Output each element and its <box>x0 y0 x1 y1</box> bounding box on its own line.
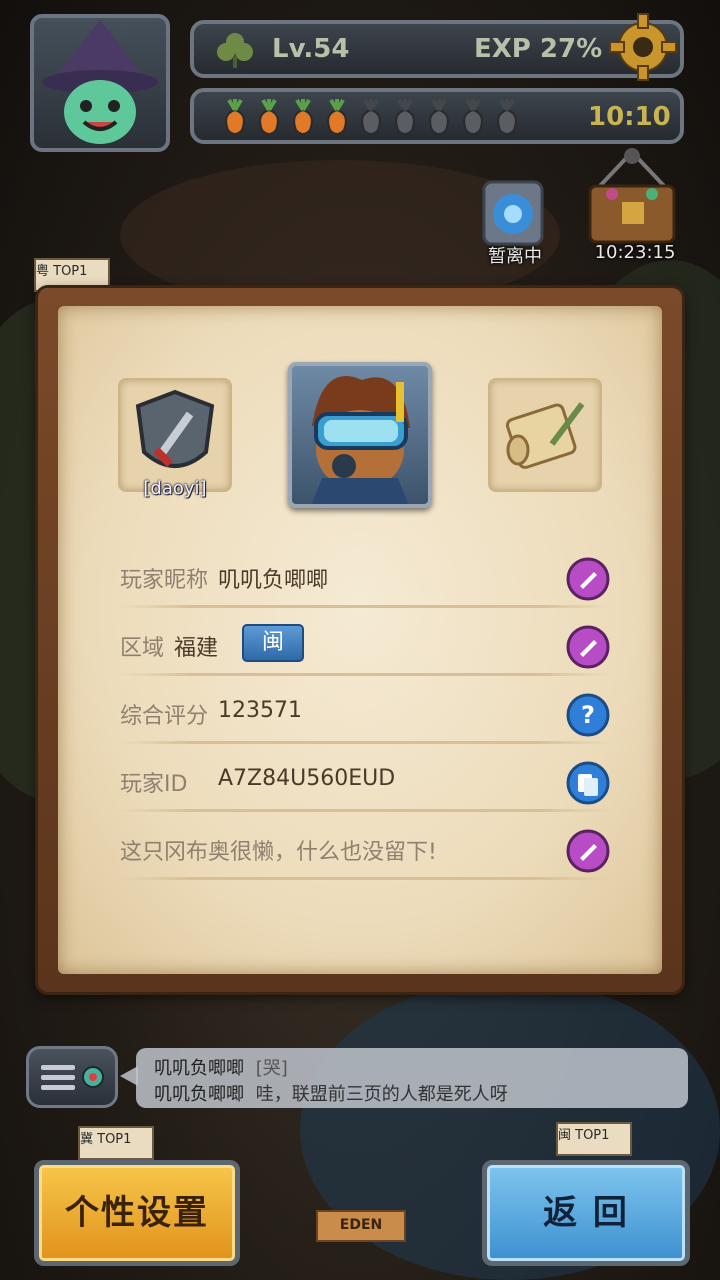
eden-sign[interactable]: EDEN <box>316 1210 406 1242</box>
map-tag-guangdong[interactable]: 粤 TOP1 <box>34 258 110 292</box>
settings-gear-icon[interactable] <box>608 12 678 82</box>
profile-row: 区域 福建闽 <box>118 618 612 676</box>
help-question-icon[interactable]: ? <box>564 692 612 738</box>
clover-icon <box>217 33 253 68</box>
exp-text: EXP 27% <box>474 34 603 64</box>
profile-row-label: 玩家ID <box>120 772 188 797</box>
map-tag-label: 冀 TOP1 <box>80 1132 132 1147</box>
profile-row-label: 玩家昵称 <box>120 568 209 593</box>
profile-row-label: 综合评分 <box>120 704 209 729</box>
chat-toggle-button[interactable] <box>26 1046 118 1108</box>
witch-avatar-icon <box>42 20 158 144</box>
profile-row-label: 区域 <box>120 636 165 661</box>
treasure-chest-icon[interactable] <box>578 148 686 248</box>
away-status: 暂离中 <box>488 246 542 267</box>
carrot-empty-icon <box>361 98 381 135</box>
guild-shield-icon <box>135 389 215 468</box>
diver-character-icon <box>312 376 410 504</box>
edit-pencil-icon[interactable] <box>564 828 612 874</box>
chat-menu-icon <box>41 1065 104 1090</box>
map-tag-label: 粤 TOP1 <box>36 264 88 279</box>
region-badge: 闽 <box>242 624 304 662</box>
chest-timer: 10:23:15 <box>594 242 676 263</box>
edit-pencil-icon[interactable] <box>564 556 612 602</box>
row-divider <box>118 673 612 676</box>
profile-row: 综合评分 123571? <box>118 686 612 744</box>
carrot-full-icon <box>327 98 347 135</box>
chat-text: 哇，联盟前三页的人都是死人呀 <box>255 1084 508 1105</box>
profile-row: 玩家昵称 叽叽负唧唧 <box>118 550 612 608</box>
chat-message-1: 叽叽负唧唧 [哭] <box>154 1054 288 1080</box>
carrot-full-icon <box>225 98 245 135</box>
scroll-quill-icon <box>505 402 585 469</box>
row-divider <box>118 809 612 812</box>
profile-row-value: 叽叽负唧唧 <box>218 568 329 593</box>
carrot-empty-icon <box>429 98 449 135</box>
map-tag-label: 闽 TOP1 <box>558 1128 610 1143</box>
carrot-empty-icon <box>395 98 415 135</box>
chat-preview[interactable]: 叽叽负唧唧 [哭] 叽叽负唧唧 哇，联盟前三页的人都是死人呀 <box>136 1048 688 1108</box>
scroll-slot[interactable] <box>488 378 602 492</box>
profile-row-value: 福建 <box>174 636 219 661</box>
row-divider <box>118 741 612 744</box>
chat-message-2: 叽叽负唧唧 哇，联盟前三页的人都是死人呀 <box>154 1080 508 1106</box>
profile-row: 这只冈布奥很懒，什么也没留下! <box>118 822 612 880</box>
level-text: Lv.54 <box>272 34 350 64</box>
guild-slot[interactable] <box>118 378 232 492</box>
player-portrait[interactable] <box>288 362 432 508</box>
row-divider <box>118 605 612 608</box>
guild-tag: [daoyi] <box>143 478 207 499</box>
chat-text: [哭] <box>255 1058 288 1079</box>
profile-row-value: 123571 <box>218 698 302 723</box>
row-divider <box>118 877 612 880</box>
personalize-button[interactable]: 个性设置 <box>34 1160 240 1266</box>
map-tag-fujian[interactable]: 闽 TOP1 <box>556 1122 632 1156</box>
carrot-empty-icon <box>463 98 483 135</box>
player-avatar[interactable] <box>30 14 170 152</box>
svg-text:?: ? <box>581 701 595 729</box>
portal-icon[interactable] <box>478 178 548 248</box>
energy-timer: 10:10 <box>588 102 671 132</box>
profile-row: 玩家ID A7Z84U560EUD <box>118 754 612 812</box>
chat-sender: 叽叽负唧唧 <box>154 1058 244 1079</box>
carrot-empty-icon <box>497 98 517 135</box>
map-tag-hebei[interactable]: 冀 TOP1 <box>78 1126 154 1160</box>
copy-icon[interactable] <box>564 760 612 806</box>
back-button[interactable]: 返 回 <box>482 1160 690 1266</box>
carrot-full-icon <box>293 98 313 135</box>
carrot-full-icon <box>259 98 279 135</box>
edit-pencil-icon[interactable] <box>564 624 612 670</box>
profile-row-value: A7Z84U560EUD <box>218 766 396 791</box>
energy-bar: 10:10 <box>190 88 684 144</box>
profile-row-label: 这只冈布奥很懒，什么也没留下! <box>120 840 437 865</box>
chat-sender: 叽叽负唧唧 <box>154 1084 244 1105</box>
